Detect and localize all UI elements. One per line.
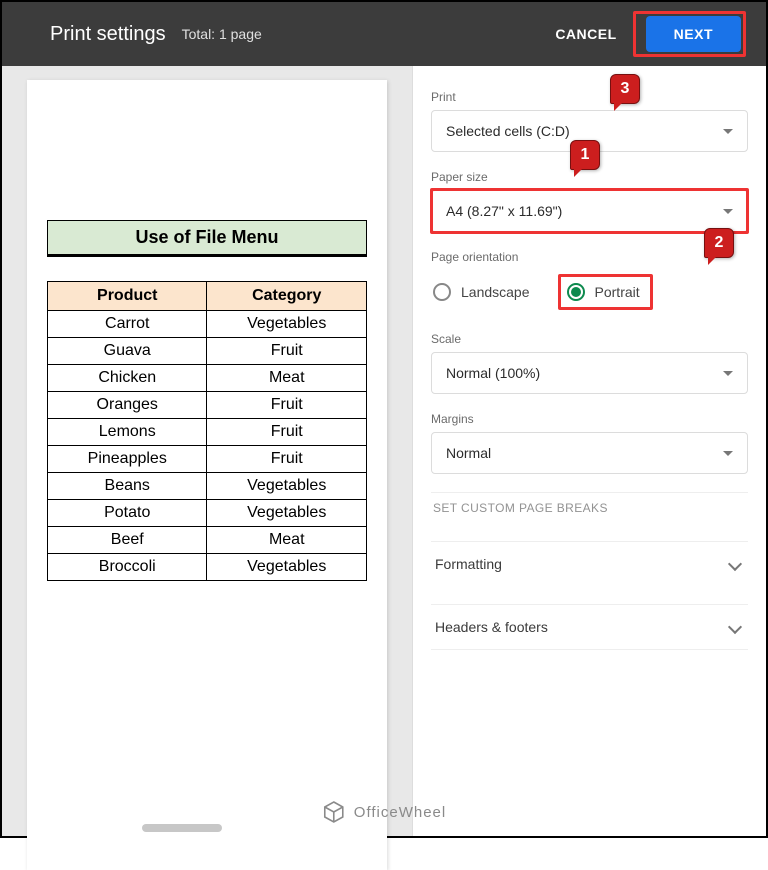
- table-cell: Vegetables: [207, 554, 367, 581]
- margins-label: Margins: [431, 412, 748, 426]
- orientation-landscape-label: Landscape: [461, 284, 530, 300]
- callout-3: 3: [610, 74, 640, 104]
- table-row: BeansVegetables: [48, 473, 367, 500]
- paper-size-label: Paper size: [431, 170, 748, 184]
- callout-1: 1: [570, 140, 600, 170]
- scale-select[interactable]: Normal (100%): [431, 352, 748, 394]
- column-header: Product: [48, 282, 207, 311]
- table-cell: Fruit: [207, 446, 367, 473]
- table-cell: Lemons: [48, 419, 207, 446]
- margins-value: Normal: [446, 445, 491, 461]
- next-button[interactable]: NEXT: [646, 16, 741, 52]
- dropdown-icon: [723, 209, 733, 214]
- column-header: Category: [207, 282, 367, 311]
- table-row: PineapplesFruit: [48, 446, 367, 473]
- margins-select[interactable]: Normal: [431, 432, 748, 474]
- table-cell: Carrot: [48, 311, 207, 338]
- table-cell: Vegetables: [207, 311, 367, 338]
- table-cell: Guava: [48, 338, 207, 365]
- table-row: BeefMeat: [48, 527, 367, 554]
- table-row: BroccoliVegetables: [48, 554, 367, 581]
- dropdown-icon: [723, 371, 733, 376]
- paper-size-select[interactable]: A4 (8.27" x 11.69"): [431, 190, 748, 232]
- sheet-title: Use of File Menu: [47, 220, 367, 257]
- print-label: Print: [431, 90, 748, 104]
- logo-icon: [322, 800, 346, 824]
- preview-pane: Use of File Menu ProductCategory CarrotV…: [2, 66, 412, 836]
- preview-scrollbar[interactable]: [142, 824, 222, 832]
- table-row: ChickenMeat: [48, 365, 367, 392]
- dropdown-icon: [723, 129, 733, 134]
- table-cell: Fruit: [207, 419, 367, 446]
- table-cell: Meat: [207, 365, 367, 392]
- settings-pane: Print Selected cells (C:D) Paper size A4…: [412, 66, 766, 836]
- scale-label: Scale: [431, 332, 748, 346]
- radio-icon: [567, 283, 585, 301]
- orientation-portrait-label: Portrait: [595, 284, 640, 300]
- table-cell: Fruit: [207, 392, 367, 419]
- page-title: Print settings: [50, 23, 166, 46]
- preview-page: Use of File Menu ProductCategory CarrotV…: [27, 80, 387, 870]
- table-cell: Chicken: [48, 365, 207, 392]
- headers-footers-label: Headers & footers: [435, 619, 548, 635]
- table-row: CarrotVegetables: [48, 311, 367, 338]
- table-cell: Beans: [48, 473, 207, 500]
- orientation-portrait-radio[interactable]: Portrait: [567, 283, 640, 301]
- set-custom-page-breaks-link[interactable]: SET CUSTOM PAGE BREAKS: [431, 492, 748, 523]
- table-cell: Vegetables: [207, 473, 367, 500]
- orientation-portrait-highlight: Portrait: [558, 274, 653, 310]
- watermark: OfficeWheel: [322, 800, 446, 824]
- table-cell: Potato: [48, 500, 207, 527]
- watermark-text: OfficeWheel: [354, 804, 446, 821]
- radio-icon: [433, 283, 451, 301]
- table-cell: Fruit: [207, 338, 367, 365]
- dropdown-icon: [723, 451, 733, 456]
- table-cell: Meat: [207, 527, 367, 554]
- table-cell: Beef: [48, 527, 207, 554]
- scale-value: Normal (100%): [446, 365, 540, 381]
- chevron-down-icon: [728, 557, 742, 571]
- preview-table: ProductCategory CarrotVegetablesGuavaFru…: [47, 281, 367, 581]
- table-row: GuavaFruit: [48, 338, 367, 365]
- cancel-button[interactable]: CANCEL: [539, 18, 632, 50]
- paper-size-value: A4 (8.27" x 11.69"): [446, 203, 562, 219]
- page-subtitle: Total: 1 page: [182, 26, 262, 42]
- table-cell: Broccoli: [48, 554, 207, 581]
- table-cell: Pineapples: [48, 446, 207, 473]
- headers-footers-expander[interactable]: Headers & footers: [431, 604, 748, 650]
- callout-2: 2: [704, 228, 734, 258]
- table-row: LemonsFruit: [48, 419, 367, 446]
- table-cell: Oranges: [48, 392, 207, 419]
- table-row: OrangesFruit: [48, 392, 367, 419]
- next-button-highlight: NEXT: [633, 11, 746, 57]
- orientation-label: Page orientation: [431, 250, 748, 264]
- print-range-value: Selected cells (C:D): [446, 123, 570, 139]
- formatting-label: Formatting: [435, 556, 502, 572]
- table-cell: Vegetables: [207, 500, 367, 527]
- header-bar: Print settings Total: 1 page CANCEL NEXT: [2, 2, 766, 66]
- chevron-down-icon: [728, 620, 742, 634]
- orientation-landscape-radio[interactable]: Landscape: [433, 283, 530, 301]
- formatting-expander[interactable]: Formatting: [431, 541, 748, 586]
- table-row: PotatoVegetables: [48, 500, 367, 527]
